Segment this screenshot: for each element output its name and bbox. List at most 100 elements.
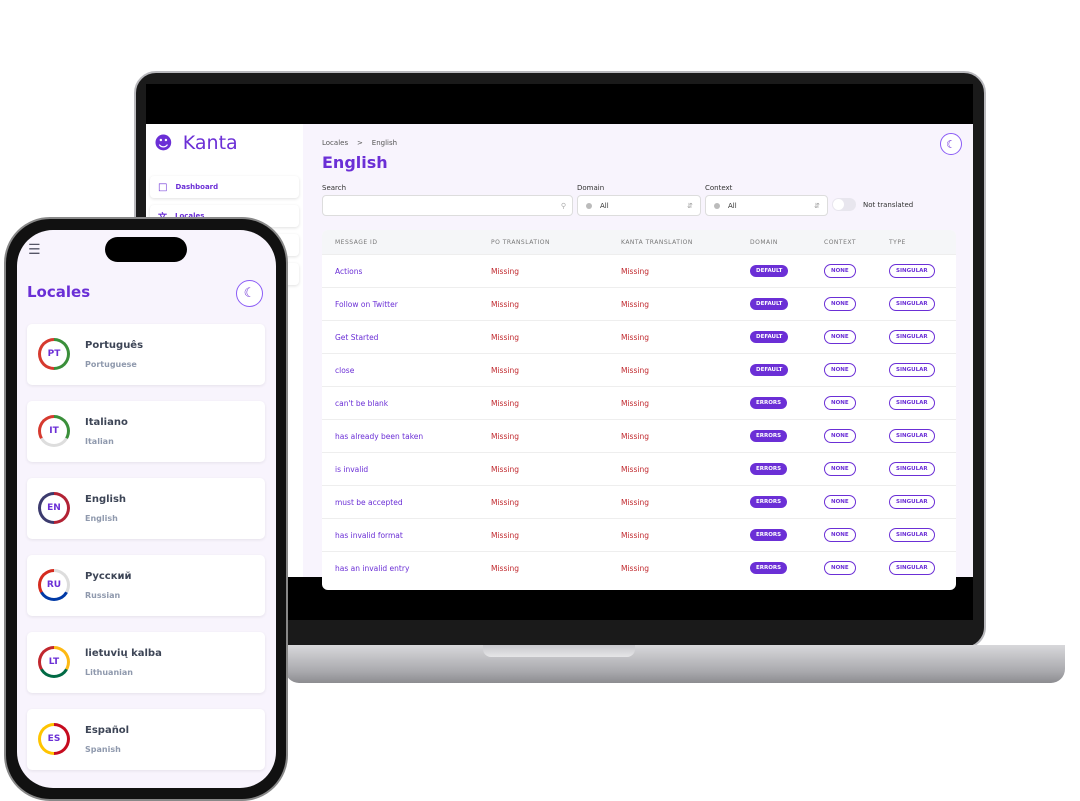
logo[interactable]: ☻ Kanta	[154, 132, 238, 154]
locale-english-name: Lithuanian	[85, 668, 133, 677]
po-translation: Missing	[491, 431, 519, 441]
locale-progress-ring: RU	[38, 569, 70, 601]
domain-label: Domain	[577, 184, 605, 192]
message-id-link-cell[interactable]: has invalid format	[335, 519, 403, 551]
message-id-link[interactable]: has an invalid entry	[335, 564, 409, 573]
table-row[interactable]: must be accepted Missing Missing ERRORS NONE…	[322, 485, 956, 518]
locale-english-name: Portuguese	[85, 360, 137, 369]
locale-card[interactable]: PT Português Portuguese	[27, 324, 265, 385]
domain-select[interactable]: All ⇵	[577, 195, 701, 216]
domain-badge-cell: ERRORS	[750, 453, 788, 485]
po-translation: Missing	[491, 464, 519, 474]
context-select[interactable]: All ⇵	[705, 195, 828, 216]
locale-code: LT	[48, 657, 60, 667]
table-row[interactable]: can't be blank Missing Missing ERRORS NONE SI…	[322, 386, 956, 419]
moon-icon: ☾	[243, 286, 256, 301]
kanta-translation: Missing	[621, 398, 649, 408]
context-badge: NONE	[824, 297, 856, 311]
type-badge: SINGULAR	[889, 297, 935, 311]
messages-table: MESSAGE ID PO TRANSLATION KANTA TRANSLATIO…	[322, 230, 956, 590]
type-badge-cell: SINGULAR	[889, 387, 935, 419]
breadcrumb-current: English	[371, 139, 398, 147]
not-translated-label: Not translated	[863, 201, 914, 209]
message-id-link[interactable]: Actions	[335, 267, 362, 276]
type-badge: SINGULAR	[889, 528, 935, 542]
type-badge-cell: SINGULAR	[889, 354, 935, 386]
message-id-link[interactable]: has already been taken	[335, 432, 423, 441]
laptop-base	[285, 645, 1065, 683]
po-translation: Missing	[491, 530, 519, 540]
kanta-translation: Missing	[621, 530, 649, 540]
message-id-link-cell[interactable]: Follow on Twitter	[335, 288, 398, 320]
locale-card[interactable]: IT Italiano Italian	[27, 401, 265, 462]
table-row[interactable]: is invalid Missing Missing ERRORS NONE SINGUL…	[322, 452, 956, 485]
breadcrumb-separator: >	[357, 139, 363, 147]
chevron-updown-icon: ⇵	[814, 201, 820, 210]
message-id-link[interactable]: Follow on Twitter	[335, 300, 398, 309]
message-id-link-cell[interactable]: Actions	[335, 255, 362, 287]
locale-english-name: Italian	[85, 437, 114, 446]
hamburger-menu-icon[interactable]: ☰	[28, 242, 41, 258]
domain-badge: DEFAULT	[750, 331, 789, 343]
locale-card[interactable]: EN English English	[27, 478, 265, 539]
type-badge-cell: SINGULAR	[889, 321, 935, 353]
domain-badge: ERRORS	[750, 529, 788, 541]
domain-badge-cell: DEFAULT	[750, 288, 789, 320]
table-row[interactable]: has already been taken Missing Missing ERRO…	[322, 419, 956, 452]
message-id-link-cell[interactable]: must be accepted	[335, 486, 403, 518]
message-id-link-cell[interactable]: is invalid	[335, 453, 368, 485]
message-id-link-cell[interactable]: has already been taken	[335, 420, 423, 452]
dynamic-island	[105, 237, 187, 262]
table-row[interactable]: Get Started Missing Missing DEFAULT NONE SING…	[322, 320, 956, 353]
theme-toggle-button[interactable]: ☾	[940, 133, 962, 155]
domain-badge: ERRORS	[750, 397, 788, 409]
message-id-link[interactable]: can't be blank	[335, 399, 388, 408]
locale-progress-ring: EN	[38, 492, 70, 524]
search-icon: ⚲	[560, 201, 566, 210]
kanta-mascot-icon: ☻	[154, 132, 173, 154]
kanta-translation-cell: Missing	[621, 552, 649, 584]
kanta-translation: Missing	[621, 431, 649, 441]
message-id-link-cell[interactable]: has an invalid entry	[335, 552, 409, 584]
message-id-link[interactable]: has invalid format	[335, 531, 403, 540]
table-row[interactable]: has invalid format Missing Missing ERRORS NO…	[322, 518, 956, 551]
moon-icon: ☾	[946, 137, 956, 151]
sidebar-item-dashboard[interactable]: □ Dashboard	[150, 176, 299, 198]
message-id-link[interactable]: is invalid	[335, 465, 368, 474]
message-id-link[interactable]: close	[335, 366, 354, 375]
phone-theme-toggle-button[interactable]: ☾	[236, 280, 263, 307]
message-id-link-cell[interactable]: Get Started	[335, 321, 378, 353]
locale-card[interactable]: RU Русский Russian	[27, 555, 265, 616]
app-name: Kanta	[182, 132, 238, 154]
table-row[interactable]: has an invalid entry Missing Missing ERRORS…	[322, 551, 956, 584]
type-badge: SINGULAR	[889, 429, 935, 443]
po-translation: Missing	[491, 332, 519, 342]
locale-card[interactable]: ES Español Spanish	[27, 709, 265, 770]
message-id-link-cell[interactable]: can't be blank	[335, 387, 388, 419]
message-id-link[interactable]: must be accepted	[335, 498, 403, 507]
context-badge-cell: NONE	[824, 321, 856, 353]
po-translation: Missing	[491, 266, 519, 276]
locale-card[interactable]: LT lietuvių kalba Lithuanian	[27, 632, 265, 693]
domain-badge: ERRORS	[750, 463, 788, 475]
column-header: KANTA TRANSLATION	[621, 238, 693, 246]
type-badge: SINGULAR	[889, 330, 935, 344]
kanta-translation-cell: Missing	[621, 354, 649, 386]
table-row[interactable]: Follow on Twitter Missing Missing DEFAULT NO…	[322, 287, 956, 320]
domain-badge: ERRORS	[750, 430, 788, 442]
message-id-link[interactable]: Get Started	[335, 333, 378, 342]
kanta-translation-cell: Missing	[621, 387, 649, 419]
message-id-link-cell[interactable]: close	[335, 354, 354, 386]
locale-name: English	[85, 494, 127, 505]
breadcrumb-locales[interactable]: Locales	[322, 139, 348, 147]
locale-code: ES	[47, 734, 61, 744]
type-badge-cell: SINGULAR	[889, 420, 935, 452]
kanta-translation-cell: Missing	[621, 321, 649, 353]
not-translated-toggle[interactable]	[832, 198, 856, 211]
locale-name: lietuvių kalba	[85, 648, 162, 659]
table-row[interactable]: close Missing Missing DEFAULT NONE SINGULAR	[322, 353, 956, 386]
table-row[interactable]: Actions Missing Missing DEFAULT NONE SINGULAR	[322, 254, 956, 287]
search-input[interactable]: ⚲	[322, 195, 573, 216]
column-header: DOMAIN	[750, 238, 778, 246]
camera-notch	[515, 84, 605, 99]
